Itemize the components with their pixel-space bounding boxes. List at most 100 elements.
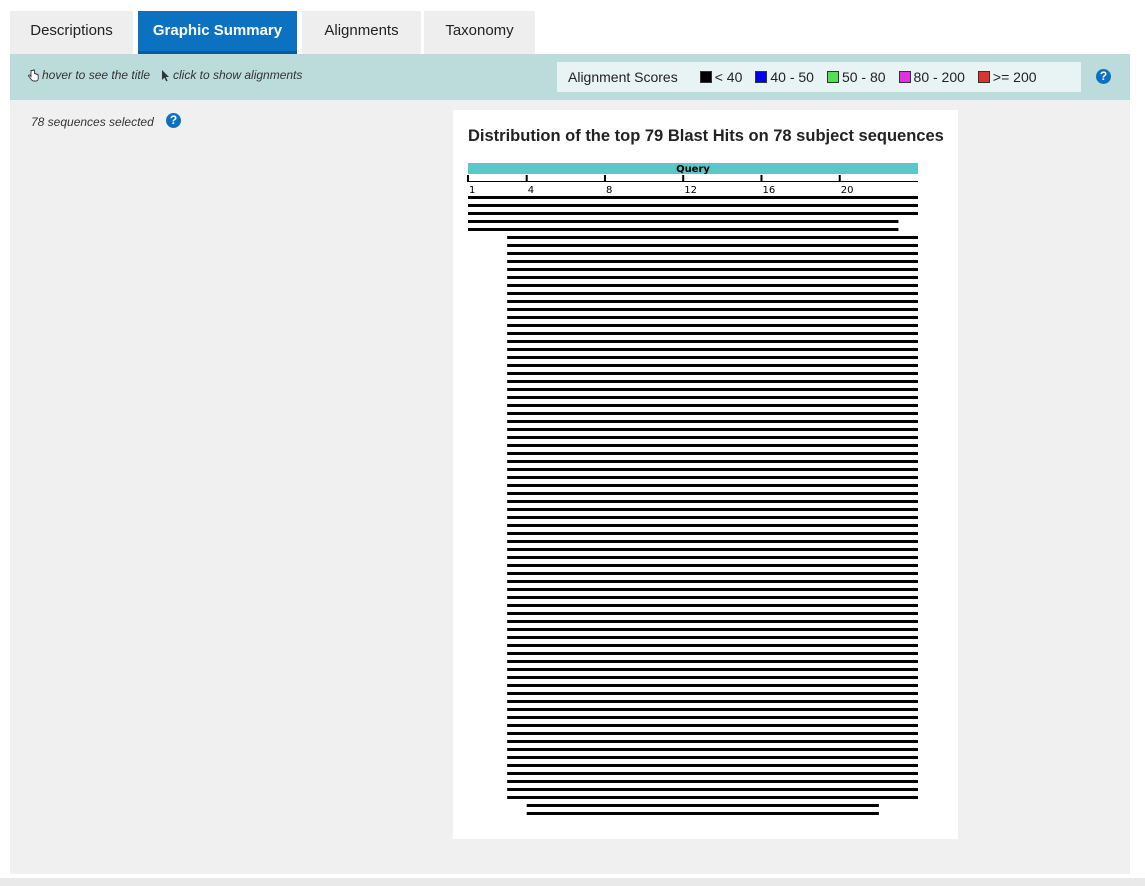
hit-bar[interactable]	[468, 212, 918, 215]
hit-bar[interactable]	[507, 780, 918, 783]
graphic-toolbar: hover to see the title click to show ali…	[10, 54, 1130, 100]
hit-bar[interactable]	[507, 476, 918, 479]
hit-bar[interactable]	[507, 524, 918, 527]
legend-item-gte200: >= 200	[977, 69, 1037, 85]
hit-bar[interactable]	[507, 444, 918, 447]
hit-bar[interactable]	[507, 372, 918, 375]
hit-bar[interactable]	[507, 636, 918, 639]
hit-bar[interactable]	[507, 612, 918, 615]
hit-bar[interactable]	[507, 748, 918, 751]
legend-help-icon[interactable]: ?	[1096, 69, 1111, 84]
hit-bar[interactable]	[507, 580, 918, 583]
hit-bar[interactable]	[507, 740, 918, 743]
hit-bar[interactable]	[507, 508, 918, 511]
hit-bar[interactable]	[507, 300, 918, 303]
ruler-tick-label: 16	[762, 185, 775, 196]
hit-bar[interactable]	[507, 660, 918, 663]
selection-help-icon[interactable]: ?	[166, 113, 181, 128]
hit-bar[interactable]	[507, 364, 918, 367]
hit-bar[interactable]	[507, 628, 918, 631]
hit-bar[interactable]	[507, 244, 918, 247]
hit-bar[interactable]	[507, 460, 918, 463]
hit-bar[interactable]	[507, 484, 918, 487]
hit-bar[interactable]	[507, 428, 918, 431]
legend-label: 40 - 50	[770, 69, 814, 85]
hit-bar[interactable]	[507, 340, 918, 343]
hit-bar[interactable]	[507, 588, 918, 591]
hit-bar[interactable]	[507, 692, 918, 695]
tab-taxonomy[interactable]: Taxonomy	[424, 11, 535, 54]
hit-bar[interactable]	[507, 668, 918, 671]
hover-hint: hover to see the title	[28, 68, 150, 82]
hit-bar[interactable]	[507, 572, 918, 575]
hit-bar[interactable]	[507, 596, 918, 599]
tab-alignments[interactable]: Alignments	[302, 11, 421, 54]
hit-bar[interactable]	[507, 644, 918, 647]
hit-bar[interactable]	[507, 348, 918, 351]
hit-bar[interactable]	[507, 708, 918, 711]
tab-graphic-summary[interactable]: Graphic Summary	[138, 11, 297, 54]
hit-bar[interactable]	[507, 764, 918, 767]
hit-bar[interactable]	[526, 804, 879, 807]
hit-bar[interactable]	[507, 332, 918, 335]
hit-bar[interactable]	[507, 452, 918, 455]
click-hint: click to show alignments	[161, 68, 302, 82]
hit-bar[interactable]	[507, 292, 918, 295]
tab-descriptions[interactable]: Descriptions	[10, 11, 133, 54]
hit-bar[interactable]	[507, 700, 918, 703]
hit-bar[interactable]	[507, 732, 918, 735]
hit-bar[interactable]	[468, 228, 899, 231]
legend-title: Alignment Scores	[568, 69, 678, 85]
hit-bar[interactable]	[507, 564, 918, 567]
hit-bar[interactable]	[507, 620, 918, 623]
legend-swatch-magenta	[898, 71, 911, 83]
hit-bar[interactable]	[507, 556, 918, 559]
hit-bar[interactable]	[507, 412, 918, 415]
hit-bar[interactable]	[507, 308, 918, 311]
hit-bar[interactable]	[507, 420, 918, 423]
hit-bar[interactable]	[507, 284, 918, 287]
hit-bar[interactable]	[507, 380, 918, 383]
hit-bar[interactable]	[507, 276, 918, 279]
legend-label: 80 - 200	[913, 69, 965, 85]
hit-bar[interactable]	[507, 492, 918, 495]
hit-bar[interactable]	[507, 684, 918, 687]
hit-bar[interactable]	[507, 252, 918, 255]
hit-bar[interactable]	[507, 756, 918, 759]
hit-bar[interactable]	[507, 388, 918, 391]
hit-bar[interactable]	[507, 604, 918, 607]
hit-bar[interactable]	[507, 788, 918, 791]
hit-bar[interactable]	[507, 548, 918, 551]
legend-swatch-red	[977, 71, 990, 83]
hit-bar[interactable]	[507, 356, 918, 359]
hit-bar[interactable]	[507, 676, 918, 679]
hit-bar[interactable]	[507, 396, 918, 399]
hit-bar[interactable]	[507, 724, 918, 727]
legend-swatch-green	[826, 71, 839, 83]
hit-bar[interactable]	[507, 468, 918, 471]
ruler-tick-label: 12	[684, 185, 697, 196]
hit-bar[interactable]	[507, 500, 918, 503]
hit-bar[interactable]	[507, 236, 918, 239]
hit-bar[interactable]	[507, 652, 918, 655]
hit-bar[interactable]	[507, 436, 918, 439]
hit-bar[interactable]	[507, 260, 918, 263]
hit-bar[interactable]	[468, 196, 918, 199]
hit-bar[interactable]	[507, 532, 918, 535]
hit-bar[interactable]	[507, 716, 918, 719]
legend-label: >= 200	[992, 69, 1037, 85]
hit-bar[interactable]	[526, 812, 879, 815]
hit-bar[interactable]	[468, 204, 918, 207]
hit-bar[interactable]	[507, 796, 918, 799]
hit-bar[interactable]	[507, 316, 918, 319]
hit-bar[interactable]	[507, 540, 918, 543]
hit-bar[interactable]	[507, 404, 918, 407]
hit-bar[interactable]	[507, 516, 918, 519]
hit-bar[interactable]	[507, 324, 918, 327]
selection-count: 78 sequences selected	[31, 115, 154, 129]
hit-bar[interactable]	[468, 220, 899, 223]
hit-bar[interactable]	[507, 772, 918, 775]
hit-bar[interactable]	[507, 268, 918, 271]
graphic-summary-content: 78 sequences selected ? Distribution of …	[10, 100, 1130, 874]
legend-item-50-80: 50 - 80	[826, 69, 886, 85]
